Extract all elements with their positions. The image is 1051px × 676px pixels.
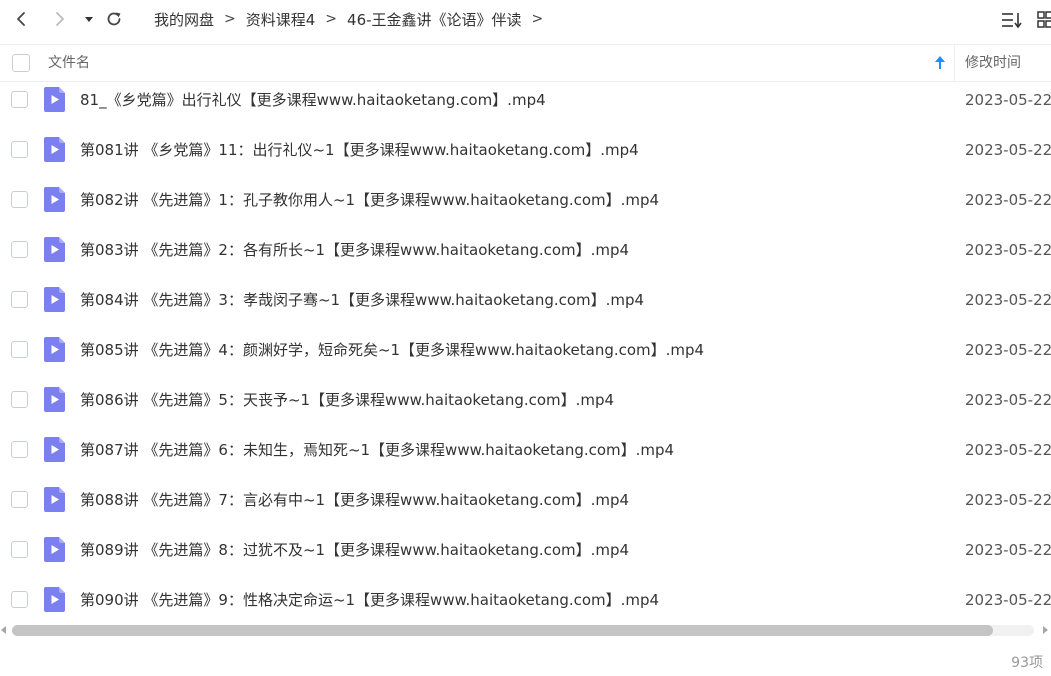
file-row[interactable]: 第088讲 《先进篇》7：言必有中~1【更多课程www.haitaoketang… — [0, 475, 1051, 525]
horizontal-scrollbar[interactable] — [0, 622, 1051, 640]
video-file-icon — [44, 187, 65, 212]
grid-view-button[interactable] — [1033, 8, 1051, 32]
file-row[interactable]: 第084讲 《先进篇》3：孝哉闵子骞~1【更多课程www.haitaoketan… — [0, 275, 1051, 325]
scroll-left-arrow-icon[interactable] — [1, 626, 6, 634]
video-file-icon — [44, 437, 65, 462]
sort-options-button[interactable] — [1000, 8, 1024, 32]
toolbar: 我的网盘 > 资料课程4 > 46-王金鑫讲《论语》伴读 > — [0, 0, 1051, 38]
file-name[interactable]: 第086讲 《先进篇》5：天丧予~1【更多课程www.haitaoketang.… — [80, 375, 614, 425]
file-browser-window: 我的网盘 > 资料课程4 > 46-王金鑫讲《论语》伴读 > 文件名 修改时间 … — [0, 0, 1051, 676]
file-list: 81_《乡党篇》出行礼仪【更多课程www.haitaoketang.com】.m… — [0, 75, 1051, 625]
file-modified-time: 2023-05-22 — [965, 291, 1051, 309]
row-checkbox[interactable] — [11, 441, 28, 458]
video-file-icon — [44, 87, 65, 112]
file-modified-time: 2023-05-22 — [965, 341, 1051, 359]
row-checkbox[interactable] — [11, 241, 28, 258]
chevron-left-icon — [17, 12, 25, 26]
video-file-icon — [44, 237, 65, 262]
file-modified-time: 2023-05-22 — [965, 541, 1051, 559]
item-count: 93项 — [1011, 655, 1043, 671]
scroll-right-arrow-icon[interactable] — [1043, 626, 1048, 634]
file-name[interactable]: 第087讲 《先进篇》6：未知生，焉知死~1【更多课程www.haitaoket… — [80, 425, 674, 475]
breadcrumb-separator: > — [224, 11, 236, 27]
sort-list-icon — [1002, 13, 1022, 29]
file-modified-time: 2023-05-22 — [965, 441, 1051, 459]
breadcrumb-item-course-folder[interactable]: 资料课程4 — [246, 9, 316, 30]
row-checkbox[interactable] — [11, 141, 28, 158]
file-name[interactable]: 第088讲 《先进篇》7：言必有中~1【更多课程www.haitaoketang… — [80, 475, 629, 525]
row-checkbox[interactable] — [11, 491, 28, 508]
row-checkbox[interactable] — [11, 91, 28, 108]
file-name[interactable]: 第090讲 《先进篇》9：性格决定命运~1【更多课程www.haitaoketa… — [80, 575, 659, 625]
video-file-icon — [44, 337, 65, 362]
file-name[interactable]: 第081讲 《乡党篇》11：出行礼仪~1【更多课程www.haitaoketan… — [80, 125, 639, 175]
file-row[interactable]: 第087讲 《先进篇》6：未知生，焉知死~1【更多课程www.haitaoket… — [0, 425, 1051, 475]
caret-down-icon — [85, 17, 93, 22]
file-row[interactable]: 第081讲 《乡党篇》11：出行礼仪~1【更多课程www.haitaoketan… — [0, 125, 1051, 175]
row-checkbox[interactable] — [11, 291, 28, 308]
file-row[interactable]: 第089讲 《先进篇》8：过犹不及~1【更多课程www.haitaoketang… — [0, 525, 1051, 575]
refresh-button[interactable] — [102, 7, 126, 31]
breadcrumb-item-root[interactable]: 我的网盘 — [154, 9, 214, 30]
file-name[interactable]: 第083讲 《先进篇》2：各有所长~1【更多课程www.haitaoketang… — [80, 225, 629, 275]
file-name[interactable]: 第084讲 《先进篇》3：孝哉闵子骞~1【更多课程www.haitaoketan… — [80, 275, 644, 325]
file-modified-time: 2023-05-22 — [965, 191, 1051, 209]
breadcrumb: 我的网盘 > 资料课程4 > 46-王金鑫讲《论语》伴读 > — [154, 0, 553, 38]
row-checkbox[interactable] — [11, 591, 28, 608]
video-file-icon — [44, 287, 65, 312]
video-file-icon — [44, 537, 65, 562]
scrollbar-thumb[interactable] — [12, 625, 993, 636]
scrollbar-track[interactable] — [12, 625, 1034, 636]
history-dropdown-button[interactable] — [77, 7, 101, 31]
video-file-icon — [44, 137, 65, 162]
breadcrumb-item-current-folder[interactable]: 46-王金鑫讲《论语》伴读 — [347, 9, 522, 30]
row-checkbox[interactable] — [11, 191, 28, 208]
video-file-icon — [44, 587, 65, 612]
file-row[interactable]: 第083讲 《先进篇》2：各有所长~1【更多课程www.haitaoketang… — [0, 225, 1051, 275]
sort-ascending-icon[interactable] — [933, 55, 947, 71]
file-modified-time: 2023-05-22 — [965, 491, 1051, 509]
row-checkbox[interactable] — [11, 391, 28, 408]
breadcrumb-separator: > — [325, 11, 338, 27]
breadcrumb-separator: > — [531, 11, 544, 27]
file-modified-time: 2023-05-22 — [965, 141, 1051, 159]
file-row[interactable]: 第082讲 《先进篇》1：孔子教你用人~1【更多课程www.haitaoketa… — [0, 175, 1051, 225]
file-modified-time: 2023-05-22 — [965, 91, 1051, 109]
file-row[interactable]: 第086讲 《先进篇》5：天丧予~1【更多课程www.haitaoketang.… — [0, 375, 1051, 425]
video-file-icon — [44, 387, 65, 412]
file-modified-time: 2023-05-22 — [965, 391, 1051, 409]
file-name[interactable]: 第082讲 《先进篇》1：孔子教你用人~1【更多课程www.haitaoketa… — [80, 175, 659, 225]
file-row[interactable]: 第085讲 《先进篇》4：颜渊好学，短命死矣~1【更多课程www.haitaok… — [0, 325, 1051, 375]
file-modified-time: 2023-05-22 — [965, 241, 1051, 259]
back-button[interactable] — [9, 7, 33, 31]
file-name[interactable]: 第089讲 《先进篇》8：过犹不及~1【更多课程www.haitaoketang… — [80, 525, 629, 575]
row-checkbox[interactable] — [11, 541, 28, 558]
file-modified-time: 2023-05-22 — [965, 591, 1051, 609]
select-all-checkbox[interactable] — [12, 54, 30, 72]
file-row[interactable]: 第090讲 《先进篇》9：性格决定命运~1【更多课程www.haitaoketa… — [0, 575, 1051, 625]
file-name[interactable]: 第085讲 《先进篇》4：颜渊好学，短命死矣~1【更多课程www.haitaok… — [80, 325, 704, 375]
file-name[interactable]: 81_《乡党篇》出行礼仪【更多课程www.haitaoketang.com】.m… — [80, 75, 546, 125]
grid-view-icon — [1037, 11, 1051, 28]
video-file-icon — [44, 487, 65, 512]
row-checkbox[interactable] — [11, 341, 28, 358]
refresh-icon — [107, 12, 121, 26]
forward-button[interactable] — [48, 7, 72, 31]
file-row[interactable]: 81_《乡党篇》出行礼仪【更多课程www.haitaoketang.com】.m… — [0, 75, 1051, 125]
chevron-right-icon — [56, 12, 64, 26]
